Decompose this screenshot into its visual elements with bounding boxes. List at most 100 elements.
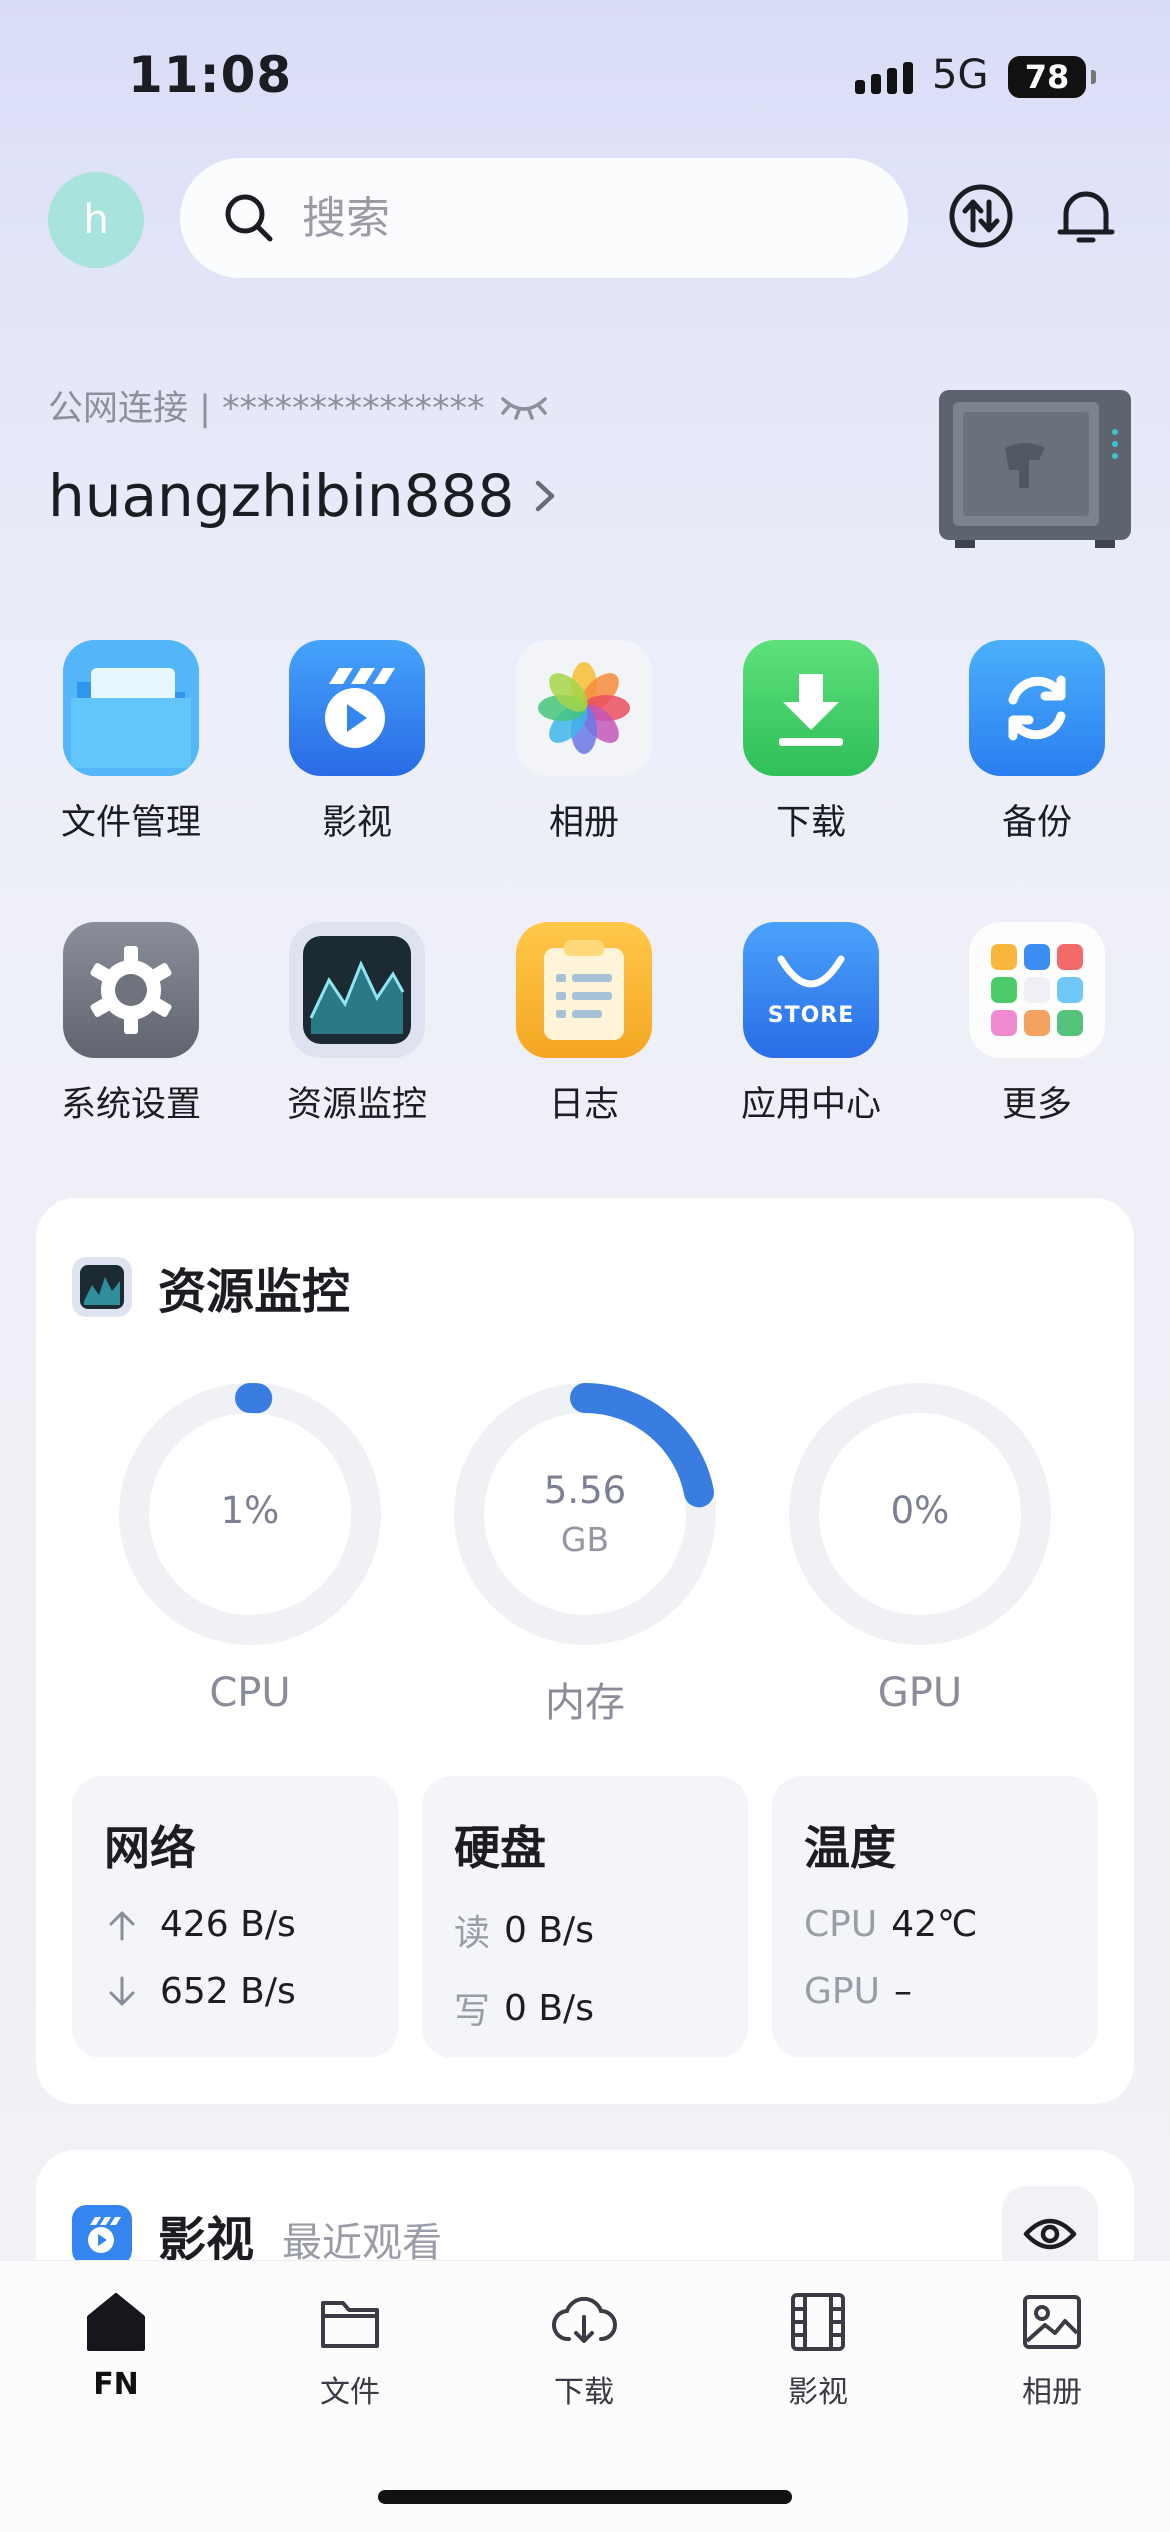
video-app-icon — [289, 640, 425, 776]
store-icon: STORE — [743, 922, 879, 1058]
temp-cpu-key: CPU — [804, 1904, 878, 1945]
temp-gpu-key: GPU — [804, 1971, 880, 2012]
temp-cpu: 42℃ — [891, 1904, 978, 1945]
stat-title: 硬盘 — [454, 1821, 546, 1875]
resource-monitor-card[interactable]: 资源监控 1% CPU 5.56 GB 内存 0% GPU 网络 426 B/s — [36, 1198, 1134, 2104]
device-name-link[interactable]: huangzhibin888 — [48, 462, 558, 530]
image-icon — [1023, 2295, 1081, 2349]
tab-photos[interactable]: 相册 — [977, 2289, 1127, 2411]
film-icon — [791, 2293, 845, 2351]
monitor-icon — [289, 922, 425, 1058]
app-photos[interactable]: 相册 — [494, 640, 674, 845]
tab-fn[interactable]: FN — [41, 2289, 191, 2402]
battery-level: 78 — [1024, 58, 1070, 96]
eye-closed-icon[interactable] — [499, 391, 549, 421]
tab-files[interactable]: 文件 — [275, 2289, 425, 2411]
connection-info: 公网连接 | *************** — [48, 380, 549, 431]
stat-network[interactable]: 网络 426 B/s 652 B/s — [72, 1776, 398, 2058]
eye-icon — [1023, 2218, 1077, 2250]
disk-write-key: 写 — [454, 1991, 491, 2032]
stat-temperature[interactable]: 温度 CPU 42℃ GPU – — [772, 1776, 1098, 2058]
stat-title: 网络 — [104, 1821, 196, 1875]
gauge-cpu: 1% CPU — [110, 1374, 390, 1716]
connection-label: 公网连接 | *************** — [48, 389, 485, 429]
app-label: 相册 — [548, 803, 619, 843]
gauge-unit: GB — [560, 1520, 610, 1559]
app-label: 日志 — [548, 1085, 619, 1125]
network-down: 652 B/s — [160, 1971, 296, 2012]
app-label: 应用中心 — [740, 1085, 881, 1125]
gauge-label: 内存 — [545, 1680, 625, 1726]
disk-read-key: 读 — [454, 1913, 491, 1954]
monitor-icon — [72, 1257, 132, 1317]
network-up: 426 B/s — [160, 1904, 296, 1945]
backup-icon — [969, 640, 1105, 776]
app-log[interactable]: 日志 — [494, 922, 674, 1127]
app-label: 备份 — [1001, 803, 1072, 843]
tab-label: 影视 — [788, 2375, 848, 2410]
app-file-manager[interactable]: 文件管理 — [41, 640, 221, 845]
app-label: 更多 — [1001, 1085, 1072, 1125]
stat-disk[interactable]: 硬盘 读 0 B/s 写 0 B/s — [422, 1776, 748, 2058]
app-resource-monitor[interactable]: 资源监控 — [267, 922, 447, 1127]
status-bar: 11:08 5G 78 — [0, 0, 1170, 150]
tab-download[interactable]: 下载 — [509, 2289, 659, 2411]
photos-icon — [516, 640, 652, 776]
gauge-value: 0% — [890, 1488, 950, 1532]
app-download[interactable]: 下载 — [721, 640, 901, 845]
status-time: 11:08 — [128, 46, 293, 104]
app-settings[interactable]: 系统设置 — [41, 922, 221, 1127]
gauge-label: GPU — [877, 1670, 963, 1716]
gauge-value: 5.56 — [543, 1469, 627, 1512]
download-icon — [743, 640, 879, 776]
app-label: 下载 — [775, 803, 846, 843]
bell-icon[interactable] — [1052, 182, 1120, 250]
gauge-value: 1% — [220, 1488, 280, 1532]
app-label: 系统设置 — [60, 1085, 201, 1125]
app-more[interactable]: 更多 — [947, 922, 1127, 1127]
network-type: 5G — [932, 52, 989, 98]
gauge-label: CPU — [209, 1670, 291, 1716]
arrow-up-icon — [109, 1911, 135, 1940]
card-title: 资源监控 — [72, 1252, 350, 1322]
search-icon — [225, 194, 273, 242]
temp-gpu: – — [893, 1971, 912, 2012]
disk-write: 0 B/s — [504, 1987, 594, 2029]
home-indicator — [378, 2490, 792, 2504]
app-store[interactable]: STORE 应用中心 — [721, 922, 901, 1127]
gauge-gpu: 0% GPU — [780, 1374, 1060, 1716]
folder-icon — [321, 2301, 379, 2348]
search-input[interactable] — [302, 192, 862, 244]
more-grid-icon — [969, 922, 1105, 1058]
signal-icon — [855, 62, 913, 94]
tab-video[interactable]: 影视 — [743, 2289, 893, 2411]
app-label: 资源监控 — [286, 1085, 427, 1125]
tab-label: 相册 — [1022, 2375, 1082, 2410]
gauge-memory: 5.56 GB 内存 — [445, 1374, 725, 1728]
home-icon — [87, 2293, 145, 2351]
disk-read: 0 B/s — [504, 1909, 594, 1951]
log-icon — [516, 922, 652, 1058]
gear-icon — [63, 922, 199, 1058]
search-bar[interactable] — [180, 158, 908, 278]
battery-icon: 78 — [1008, 56, 1096, 98]
device-name: huangzhibin888 — [48, 462, 515, 530]
tab-label: 下载 — [554, 2375, 614, 2410]
transfer-icon[interactable] — [947, 182, 1015, 250]
app-label: 影视 — [321, 803, 392, 843]
app-backup[interactable]: 备份 — [947, 640, 1127, 845]
avatar[interactable]: h — [48, 172, 144, 268]
folder-icon — [63, 640, 199, 776]
card-title-text: 资源监控 — [158, 1264, 351, 1320]
stat-title: 温度 — [804, 1821, 896, 1875]
store-badge-text: STORE — [767, 1002, 855, 1028]
tab-label: 文件 — [320, 2375, 380, 2410]
tab-label: FN — [93, 2367, 139, 2402]
app-label: 文件管理 — [60, 803, 201, 843]
avatar-letter: h — [83, 197, 109, 243]
nas-device-image[interactable] — [935, 384, 1135, 550]
video-app-icon — [72, 2205, 132, 2265]
arrow-down-icon — [109, 1976, 135, 2005]
app-video[interactable]: 影视 — [267, 640, 447, 845]
cloud-download-icon — [551, 2296, 617, 2343]
